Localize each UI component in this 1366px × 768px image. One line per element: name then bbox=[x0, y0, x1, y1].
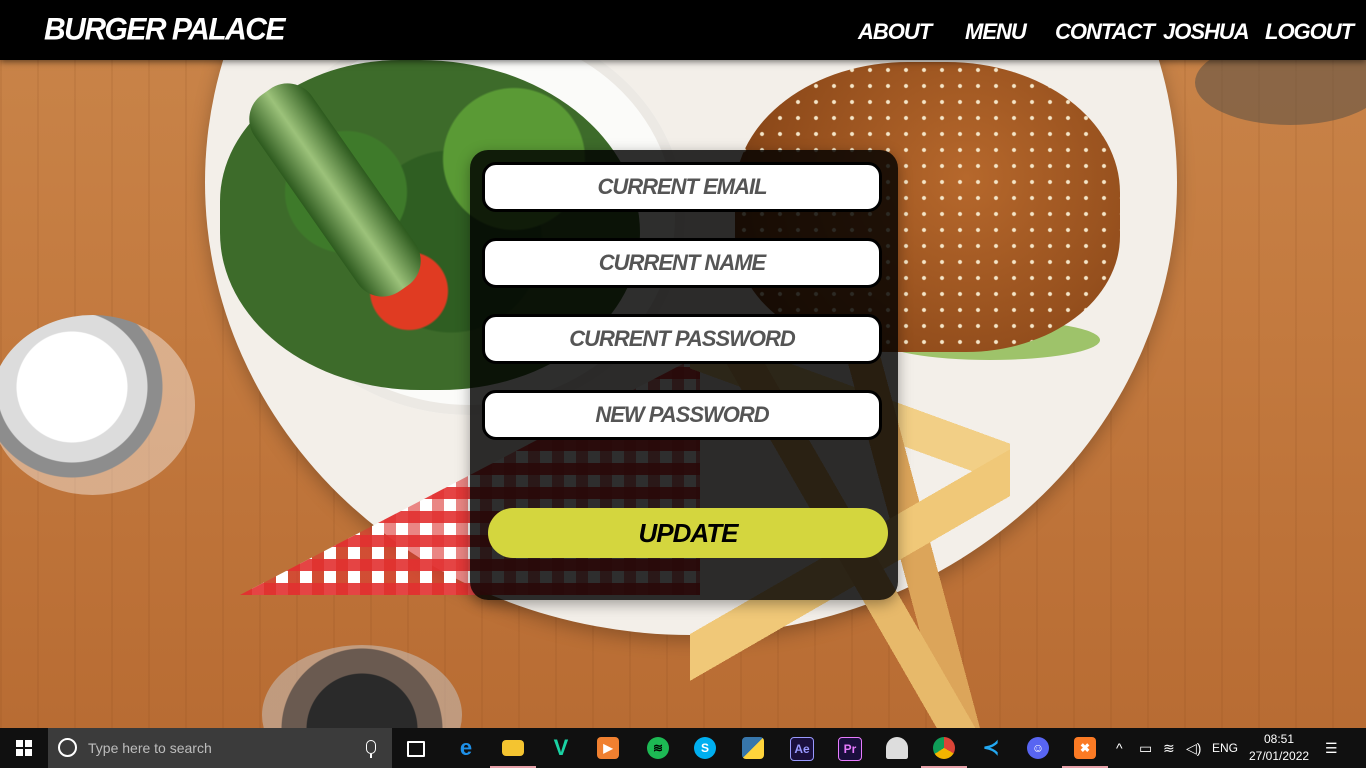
vscode-icon[interactable]: ≺ bbox=[968, 728, 1014, 768]
chevron-up-icon[interactable]: ^ bbox=[1116, 740, 1123, 756]
cortana-icon bbox=[58, 738, 77, 757]
file-explorer-icon[interactable] bbox=[490, 728, 536, 768]
update-button[interactable]: UPDATE bbox=[488, 508, 888, 558]
taskbar: Type here to search e V ▶ ≋ S Ae Pr ≺ ☺ bbox=[0, 728, 1366, 768]
python-icon[interactable] bbox=[730, 728, 776, 768]
vine-icon[interactable]: V bbox=[538, 728, 584, 768]
battery-icon[interactable]: ▭ bbox=[1139, 740, 1152, 757]
update-account-form: UPDATE bbox=[470, 150, 898, 600]
notification-icon[interactable]: ☰ bbox=[1325, 740, 1338, 757]
edge-icon[interactable]: e bbox=[443, 728, 489, 768]
salt-shaker-image bbox=[0, 315, 195, 495]
windows-icon bbox=[16, 740, 32, 756]
premiere-icon[interactable]: Pr bbox=[826, 728, 872, 768]
after-effects-icon[interactable]: Ae bbox=[778, 728, 824, 768]
current-name-input[interactable] bbox=[482, 238, 882, 288]
volume-icon[interactable]: ◁) bbox=[1186, 740, 1201, 757]
search-placeholder: Type here to search bbox=[88, 740, 212, 756]
task-view-icon[interactable] bbox=[392, 728, 438, 768]
pepper-grinder-image bbox=[262, 645, 462, 728]
inkscape-icon[interactable] bbox=[874, 728, 920, 768]
start-button[interactable] bbox=[0, 728, 48, 768]
brand-logo[interactable]: BURGER PALACE bbox=[44, 12, 285, 48]
nav-link-about[interactable]: ABOUT bbox=[858, 19, 932, 45]
nav-link-logout[interactable]: LOGOUT bbox=[1265, 19, 1354, 45]
nav-link-menu[interactable]: MENU bbox=[965, 19, 1027, 45]
spotify-icon[interactable]: ≋ bbox=[635, 728, 681, 768]
navbar: BURGER PALACE ABOUT MENU CONTACT JOSHUA … bbox=[0, 0, 1366, 60]
chrome-icon[interactable] bbox=[921, 728, 967, 768]
nav-link-contact[interactable]: CONTACT bbox=[1055, 19, 1155, 45]
skype-icon[interactable]: S bbox=[682, 728, 728, 768]
clock-time[interactable]: 08:51 bbox=[1264, 732, 1294, 746]
current-password-input[interactable] bbox=[482, 314, 882, 364]
discord-icon[interactable]: ☺ bbox=[1015, 728, 1061, 768]
media-player-icon[interactable]: ▶ bbox=[585, 728, 631, 768]
current-email-input[interactable] bbox=[482, 162, 882, 212]
language-indicator[interactable]: ENG bbox=[1212, 741, 1238, 755]
microphone-icon[interactable] bbox=[366, 740, 376, 754]
wifi-icon[interactable]: ≋ bbox=[1163, 740, 1175, 757]
xampp-icon[interactable]: ✖ bbox=[1062, 728, 1108, 768]
nav-link-user[interactable]: JOSHUA bbox=[1163, 19, 1250, 45]
new-password-input[interactable] bbox=[482, 390, 882, 440]
taskbar-search-box[interactable]: Type here to search bbox=[48, 728, 392, 768]
clock-date[interactable]: 27/01/2022 bbox=[1249, 749, 1309, 763]
